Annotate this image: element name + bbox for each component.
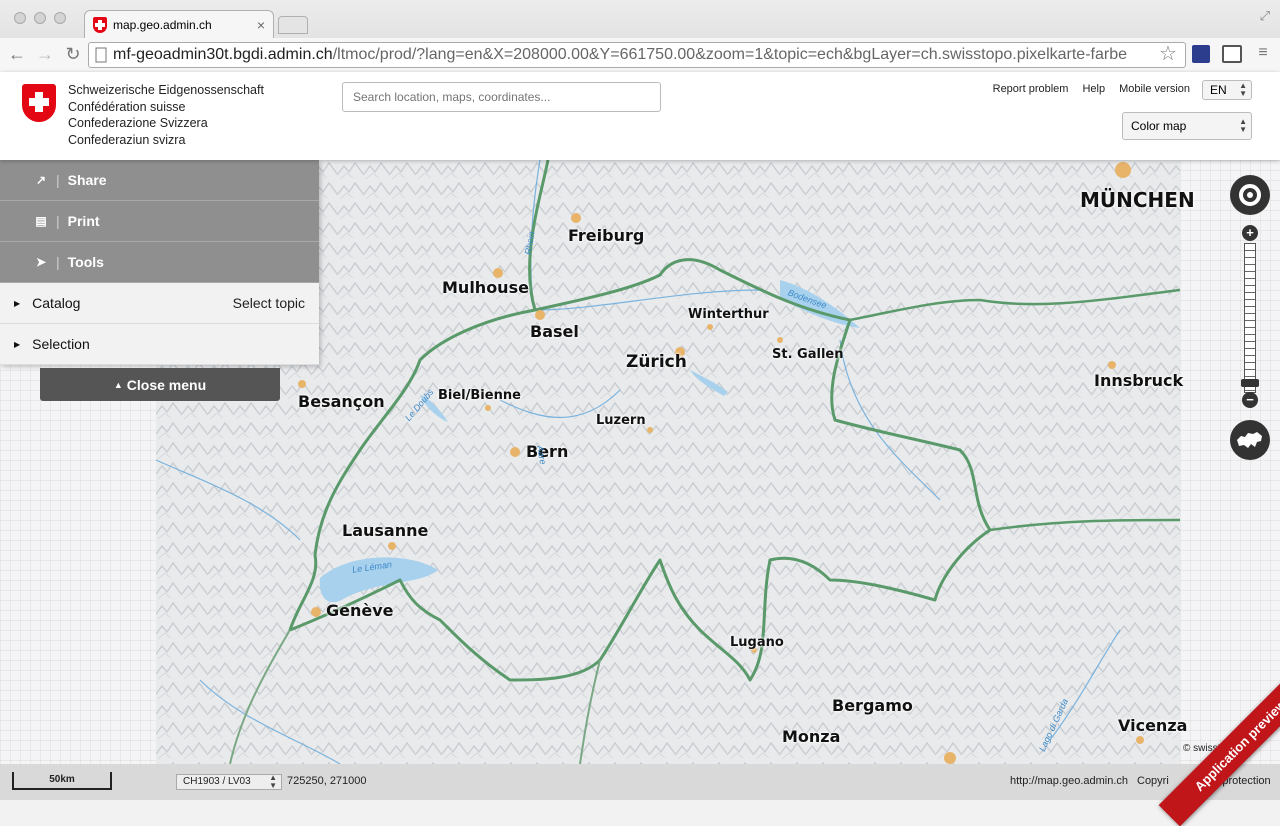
place-label: Bergamo bbox=[832, 696, 913, 715]
place-label: Biel/Bienne bbox=[438, 388, 521, 403]
new-tab-button[interactable] bbox=[278, 16, 308, 34]
place-label: Lugano bbox=[730, 635, 784, 650]
print-menu-item[interactable]: ▤ | Print bbox=[0, 201, 319, 242]
fullscreen-icon[interactable]: ⤢ bbox=[1260, 8, 1270, 24]
browser-menu-icon[interactable]: ≡ bbox=[1252, 44, 1274, 62]
place-label: Lausanne bbox=[342, 521, 429, 540]
bookmark-star-icon[interactable]: ☆ bbox=[1157, 41, 1179, 66]
extension-icon[interactable] bbox=[1192, 45, 1210, 63]
zoom-to-switzerland-button[interactable] bbox=[1230, 420, 1270, 460]
language-value: EN bbox=[1210, 83, 1227, 97]
background-layer-select[interactable]: Color map ▲ ▼ bbox=[1122, 112, 1252, 140]
address-bar[interactable]: mf-geoadmin30t.bgdi.admin.ch/ltmoc/prod/… bbox=[88, 42, 1186, 68]
tab-close-icon[interactable]: × bbox=[257, 17, 265, 33]
expand-arrow-icon: ▶ bbox=[14, 339, 21, 349]
select-arrows-icon: ▲ ▼ bbox=[1239, 81, 1247, 98]
print-icon: ▤ bbox=[35, 214, 47, 228]
place-label: Besançon bbox=[298, 392, 385, 411]
selection-label: Selection bbox=[32, 336, 90, 352]
language-select[interactable]: EN ▲ ▼ bbox=[1202, 80, 1252, 100]
browser-toolbar: ← → ↻ mf-geoadmin30t.bgdi.admin.ch/ltmoc… bbox=[0, 38, 1280, 72]
site-url-link[interactable]: http://map.geo.admin.ch bbox=[1010, 775, 1128, 787]
browser-tab[interactable]: map.geo.admin.ch × bbox=[84, 10, 274, 38]
switzerland-outline-icon bbox=[1237, 432, 1262, 448]
header-links: Report problem Help Mobile version bbox=[993, 83, 1190, 95]
federation-name: Schweizerische Eidgenossenschaft Confédé… bbox=[68, 82, 264, 148]
place-label: Vicenza bbox=[1118, 716, 1188, 735]
print-label: Print bbox=[67, 213, 100, 229]
minimize-window-button[interactable] bbox=[34, 12, 46, 24]
zoom-slider-handle[interactable] bbox=[1241, 379, 1259, 387]
cast-extension-icon[interactable] bbox=[1222, 45, 1242, 63]
reload-icon[interactable]: ↻ bbox=[62, 44, 84, 65]
place-label: St. Gallen bbox=[772, 347, 844, 362]
close-menu-label: Close menu bbox=[126, 376, 207, 393]
background-layer-value: Color map bbox=[1131, 119, 1187, 133]
favicon-icon bbox=[93, 16, 107, 33]
scale-bar: 50km bbox=[12, 772, 112, 790]
caret-up-icon: ▲ bbox=[113, 379, 123, 390]
select-topic-link[interactable]: Select topic bbox=[233, 295, 305, 311]
federation-name-it: Confederazione Svizzera bbox=[68, 116, 208, 130]
projection-value: CH1903 / LV03 bbox=[183, 776, 251, 787]
tools-arrow-icon: ➤ bbox=[35, 255, 47, 269]
site-header: Schweizerische Eidgenossenschaft Confédé… bbox=[0, 72, 1280, 160]
share-menu-item[interactable]: ↗ | Share bbox=[0, 160, 319, 201]
place-label: Zürich bbox=[626, 352, 687, 372]
status-bar: 50km CH1903 / LV03 ▲ ▼ 725250, 271000 htt… bbox=[0, 764, 1280, 800]
zoom-in-button[interactable]: + bbox=[1242, 225, 1258, 241]
place-label: MÜNCHEN bbox=[1080, 188, 1195, 212]
place-label: Luzern bbox=[596, 413, 646, 428]
zoom-out-button[interactable]: − bbox=[1242, 392, 1258, 408]
catalog-menu-item[interactable]: ▶ Catalog Select topic bbox=[0, 283, 319, 324]
report-problem-link[interactable]: Report problem bbox=[993, 83, 1069, 95]
search-input[interactable] bbox=[342, 82, 661, 112]
place-label: Innsbruck bbox=[1094, 371, 1184, 390]
place-label: Winterthur bbox=[688, 307, 769, 322]
share-label: Share bbox=[67, 172, 107, 188]
zoom-control: + − bbox=[1240, 225, 1260, 410]
mobile-version-link[interactable]: Mobile version bbox=[1119, 83, 1190, 95]
url-path: /ltmoc/prod/?lang=en&X=208000.00&Y=66175… bbox=[332, 46, 1127, 63]
place-label: Freiburg bbox=[568, 226, 645, 245]
zoom-slider[interactable] bbox=[1244, 243, 1256, 393]
copyright-link[interactable]: Copyri bbox=[1137, 775, 1169, 787]
place-label: Mulhouse bbox=[442, 278, 529, 297]
select-arrows-icon: ▲ ▼ bbox=[1239, 117, 1247, 134]
tools-menu-item[interactable]: ➤ | Tools bbox=[0, 242, 319, 283]
swiss-cross-logo[interactable] bbox=[22, 84, 56, 122]
expand-arrow-icon: ▶ bbox=[14, 298, 21, 308]
url-host: mf-geoadmin30t.bgdi.admin.ch bbox=[113, 46, 333, 63]
federation-name-rm: Confederaziun svizra bbox=[68, 132, 186, 147]
tab-title: map.geo.admin.ch bbox=[113, 17, 212, 32]
federation-name-de: Schweizerische Eidgenossenschaft bbox=[68, 83, 264, 97]
page-icon bbox=[95, 47, 107, 63]
forward-icon[interactable]: → bbox=[34, 44, 56, 65]
place-label: Monza bbox=[782, 727, 841, 746]
share-icon: ↗ bbox=[35, 173, 47, 187]
close-menu-button[interactable]: ▲ Close menu bbox=[40, 368, 280, 401]
zoom-window-button[interactable] bbox=[54, 12, 66, 24]
close-window-button[interactable] bbox=[14, 12, 26, 24]
select-arrows-icon: ▲ ▼ bbox=[269, 773, 277, 790]
geolocation-button[interactable] bbox=[1230, 175, 1270, 215]
tools-label: Tools bbox=[67, 254, 104, 270]
selection-menu-item[interactable]: ▶ Selection bbox=[0, 324, 319, 365]
browser-window-chrome: map.geo.admin.ch × ⤢ ← → ↻ mf-geoadmin30… bbox=[0, 0, 1280, 72]
place-label: Genève bbox=[326, 601, 394, 620]
place-label: Basel bbox=[530, 322, 579, 341]
side-menu: ↗ | Share ▤ | Print ➤ | Tools ▶ Catalog Sel… bbox=[0, 160, 319, 365]
projection-select[interactable]: CH1903 / LV03 ▲ ▼ bbox=[176, 774, 282, 790]
catalog-label: Catalog bbox=[32, 295, 81, 311]
target-icon bbox=[1239, 184, 1261, 206]
federation-name-fr: Confédération suisse bbox=[68, 99, 186, 114]
help-link[interactable]: Help bbox=[1082, 83, 1105, 95]
back-icon[interactable]: ← bbox=[6, 44, 28, 65]
mouse-coordinates: 725250, 271000 bbox=[287, 775, 367, 787]
